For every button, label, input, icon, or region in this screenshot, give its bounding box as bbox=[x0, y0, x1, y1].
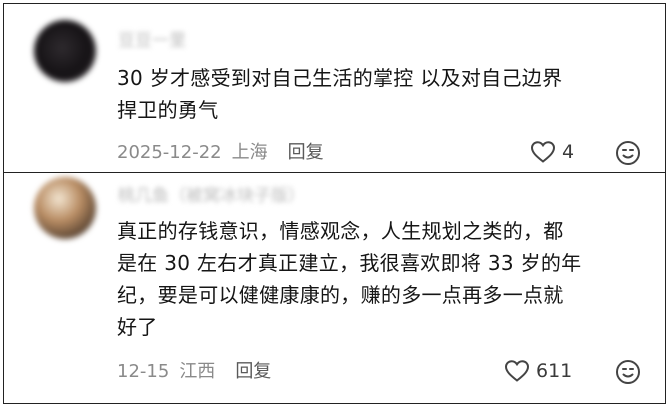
comment-text: 30 岁才感受到对自己生活的掌控 以及对自己边界 捍卫的勇气 bbox=[117, 62, 647, 126]
comment-date: 2025-12-22 bbox=[117, 142, 222, 163]
emoji-face-icon[interactable] bbox=[615, 140, 641, 166]
avatar[interactable] bbox=[34, 20, 96, 82]
avatar[interactable] bbox=[34, 177, 96, 239]
reply-button[interactable]: 回复 bbox=[235, 361, 271, 382]
comment-text-line: 是在 30 左右才真正建立，我很喜欢即将 33 岁的年 bbox=[117, 251, 582, 275]
comment-meta: 12-15 江西 回复 bbox=[117, 357, 281, 383]
heart-outline-icon bbox=[504, 360, 530, 382]
comment-date: 12-15 bbox=[117, 361, 170, 382]
comment-text-line: 好了 bbox=[117, 315, 158, 339]
comment-meta: 2025-12-22 上海 回复 bbox=[117, 138, 334, 164]
comment-location: 上海 bbox=[231, 142, 268, 163]
like-count: 611 bbox=[536, 360, 573, 382]
reply-button[interactable]: 回复 bbox=[288, 142, 324, 163]
username[interactable]: 豆豆一里 bbox=[118, 26, 186, 51]
comment-text: 真正的存钱意识，情感观念，人生规划之类的，都 是在 30 左右才真正建立，我很喜… bbox=[117, 215, 647, 343]
comment-text-line: 纪，要是可以健健康康的，赚的多一点再多一点就 bbox=[117, 283, 564, 307]
comment-location: 江西 bbox=[179, 361, 216, 382]
like-count: 4 bbox=[562, 141, 575, 163]
username[interactable]: 桃几鱼（被窝冰块子版） bbox=[118, 181, 305, 206]
comment-card: 豆豆一里 30 岁才感受到对自己生活的掌控 以及对自己边界 捍卫的勇气 2025… bbox=[3, 3, 666, 175]
heart-outline-icon bbox=[530, 141, 556, 163]
comment-card: 桃几鱼（被窝冰块子版） 真正的存钱意识，情感观念，人生规划之类的，都 是在 30… bbox=[3, 172, 666, 404]
comment-text-line: 捍卫的勇气 bbox=[117, 98, 219, 122]
comment-text-line: 30 岁才感受到对自己生活的掌控 以及对自己边界 bbox=[117, 66, 563, 90]
comment-text-line: 真正的存钱意识，情感观念，人生规划之类的，都 bbox=[117, 219, 564, 243]
like-button[interactable]: 4 bbox=[530, 140, 574, 164]
emoji-face-icon[interactable] bbox=[615, 359, 641, 385]
like-button[interactable]: 611 bbox=[504, 359, 572, 383]
